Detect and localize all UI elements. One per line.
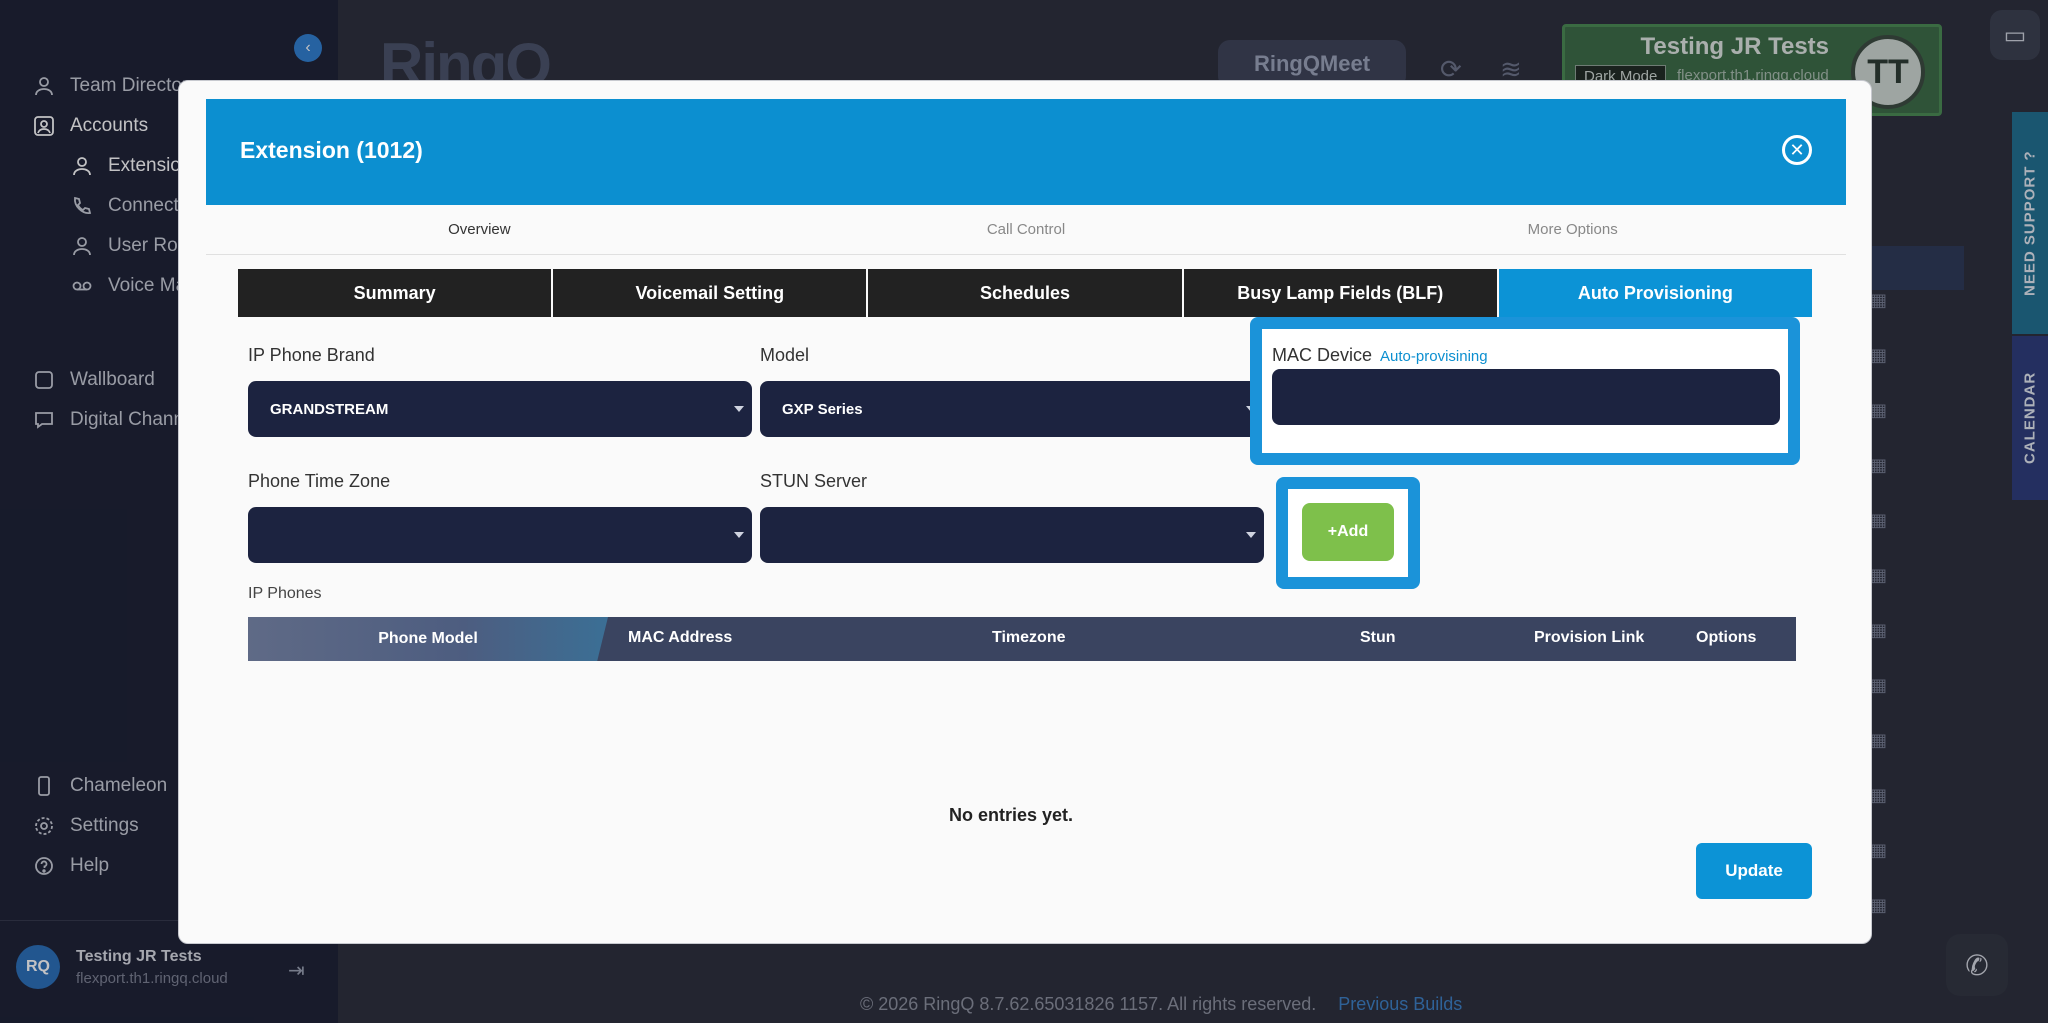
tab-summary[interactable]: Summary: [238, 269, 554, 317]
column-mac-address[interactable]: MAC Address: [628, 629, 732, 647]
tab-schedules[interactable]: Schedules: [868, 269, 1184, 317]
tab-auto-provisioning[interactable]: Auto Provisioning: [1498, 269, 1813, 317]
model-value: GXP Series: [782, 400, 863, 418]
sub-tabs: Summary Voicemail Setting Schedules Busy…: [238, 269, 1813, 317]
ip-phone-brand-value: GRANDSTREAM: [270, 400, 389, 418]
phone-time-zone-label: Phone Time Zone: [248, 471, 391, 491]
extension-modal: Extension (1012) ✕ Overview Call Control…: [178, 80, 1872, 944]
top-tabs: Overview Call Control More Options: [206, 205, 1846, 255]
tab-overview[interactable]: Overview: [206, 205, 753, 254]
modal-title: Extension (1012): [240, 137, 423, 163]
column-provision-link[interactable]: Provision Link: [1534, 629, 1644, 647]
empty-table-message: No entries yet.: [948, 805, 1074, 825]
chevron-down-icon: [734, 406, 744, 412]
phone-time-zone-select[interactable]: [248, 507, 752, 563]
modal-header: Extension (1012) ✕: [206, 99, 1846, 205]
add-button[interactable]: +Add: [1302, 503, 1394, 561]
ip-phones-label: IP Phones: [248, 585, 322, 602]
tab-blf[interactable]: Busy Lamp Fields (BLF): [1183, 269, 1499, 317]
chevron-down-icon: [1246, 532, 1256, 538]
column-options[interactable]: Options: [1696, 629, 1756, 647]
column-stun[interactable]: Stun: [1360, 629, 1396, 647]
mac-device-label-text: MAC Device: [1272, 345, 1373, 365]
model-label: Model: [760, 345, 810, 365]
tab-call-control[interactable]: Call Control: [753, 205, 1300, 254]
close-icon[interactable]: ✕: [1782, 135, 1812, 165]
chevron-down-icon: [734, 532, 744, 538]
tab-voicemail-setting[interactable]: Voicemail Setting: [553, 269, 869, 317]
ip-phones-table-header: Phone Model MAC Address Timezone Stun Pr…: [248, 617, 1796, 661]
mac-device-input[interactable]: [1272, 369, 1780, 425]
ip-phone-brand-select[interactable]: GRANDSTREAM: [248, 381, 752, 437]
tab-more-options[interactable]: More Options: [1299, 205, 1846, 254]
stun-server-label: STUN Server: [760, 471, 868, 491]
update-button[interactable]: Update: [1696, 843, 1812, 899]
column-phone-model[interactable]: Phone Model: [248, 617, 608, 661]
column-timezone[interactable]: Timezone: [992, 629, 1066, 647]
stun-server-select[interactable]: [760, 507, 1264, 563]
mac-device-label: MAC Device Auto-provisining: [1272, 345, 1488, 366]
model-select[interactable]: GXP Series: [760, 381, 1264, 437]
auto-provisioning-link[interactable]: Auto-provisining: [1380, 348, 1488, 365]
modal-content: Extension (1012) ✕ Overview Call Control…: [206, 99, 1846, 920]
ip-phone-brand-label: IP Phone Brand: [248, 345, 375, 365]
